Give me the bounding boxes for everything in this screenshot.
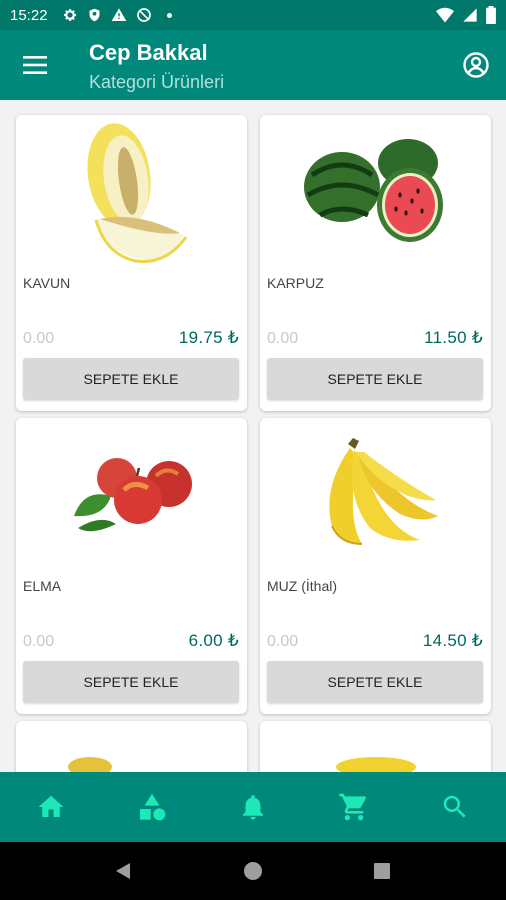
hamburger-menu-icon[interactable] xyxy=(20,52,50,78)
product-old-price: 0.00 xyxy=(267,330,299,347)
product-card-partial[interactable] xyxy=(260,721,491,772)
app-bar: Cep Bakkal Kategori Ürünleri xyxy=(0,30,506,100)
home-icon xyxy=(38,795,64,817)
app-title: Cep Bakkal xyxy=(89,40,208,65)
add-to-cart-button[interactable]: SEPETE EKLE xyxy=(23,358,239,400)
apples-image xyxy=(74,458,192,532)
fruit-image xyxy=(68,757,112,772)
product-old-price: 0.00 xyxy=(23,633,55,650)
product-price: 19.75 ₺ xyxy=(178,328,239,347)
product-card-muz[interactable]: MUZ (İthal) 0.00 14.50 ₺ SEPETE EKLE xyxy=(260,418,491,714)
nav-search[interactable] xyxy=(425,777,485,837)
product-name: MUZ (İthal) xyxy=(267,578,337,594)
signal-icon xyxy=(463,8,477,22)
product-card-elma[interactable]: ELMA 0.00 6.00 ₺ SEPETE EKLE xyxy=(16,418,247,714)
no-data-icon xyxy=(136,8,151,22)
nav-categories[interactable] xyxy=(122,777,182,837)
nav-cart[interactable] xyxy=(324,777,384,837)
product-name: KARPUZ xyxy=(267,275,324,291)
system-back-button[interactable] xyxy=(99,846,149,896)
dot-icon xyxy=(166,12,172,18)
product-old-price: 0.00 xyxy=(23,330,55,347)
fruit-image xyxy=(336,757,416,772)
product-price: 6.00 ₺ xyxy=(188,631,239,650)
battery-icon xyxy=(486,6,496,24)
settings-icon xyxy=(63,9,76,21)
system-home-button[interactable] xyxy=(228,846,278,896)
account-circle-icon[interactable] xyxy=(462,51,490,79)
back-triangle-icon xyxy=(116,863,131,879)
status-time: 15:22 xyxy=(10,6,48,24)
product-price: 14.50 ₺ xyxy=(422,631,483,650)
page-subtitle: Kategori Ürünleri xyxy=(89,72,225,92)
nav-home[interactable] xyxy=(21,777,81,837)
melon-image xyxy=(87,123,188,263)
product-card-partial[interactable] xyxy=(16,721,247,772)
search-icon xyxy=(444,795,466,818)
system-navigation-bar xyxy=(0,842,506,900)
warning-icon xyxy=(111,8,126,21)
add-to-cart-button[interactable]: SEPETE EKLE xyxy=(267,358,483,400)
product-card-kavun[interactable]: KAVUN 0.00 19.75 ₺ SEPETE EKLE xyxy=(16,115,247,411)
categories-icon xyxy=(139,793,166,821)
add-to-cart-button[interactable]: SEPETE EKLE xyxy=(23,661,239,703)
status-bar: 15:22 xyxy=(0,0,506,30)
bananas-image xyxy=(329,438,438,545)
home-circle-icon xyxy=(243,862,262,880)
product-old-price: 0.00 xyxy=(267,633,299,650)
shield-icon xyxy=(89,8,100,22)
product-grid[interactable]: KAVUN 0.00 19.75 ₺ SEPETE EKLE KARPUZ 0.… xyxy=(0,100,506,772)
system-recents-button[interactable] xyxy=(357,846,407,896)
notifications-icon xyxy=(242,795,263,820)
add-to-cart-button[interactable]: SEPETE EKLE xyxy=(267,661,483,703)
cart-icon xyxy=(339,793,367,821)
wifi-icon xyxy=(436,7,454,23)
product-name: KAVUN xyxy=(23,275,71,291)
product-price: 11.50 ₺ xyxy=(424,328,483,347)
recents-square-icon xyxy=(373,863,390,879)
bottom-navigation xyxy=(0,772,506,842)
nav-notifications[interactable] xyxy=(223,777,283,837)
product-name: ELMA xyxy=(23,578,62,594)
watermelon-image xyxy=(304,139,443,242)
product-card-karpuz[interactable]: KARPUZ 0.00 11.50 ₺ SEPETE EKLE xyxy=(260,115,491,411)
